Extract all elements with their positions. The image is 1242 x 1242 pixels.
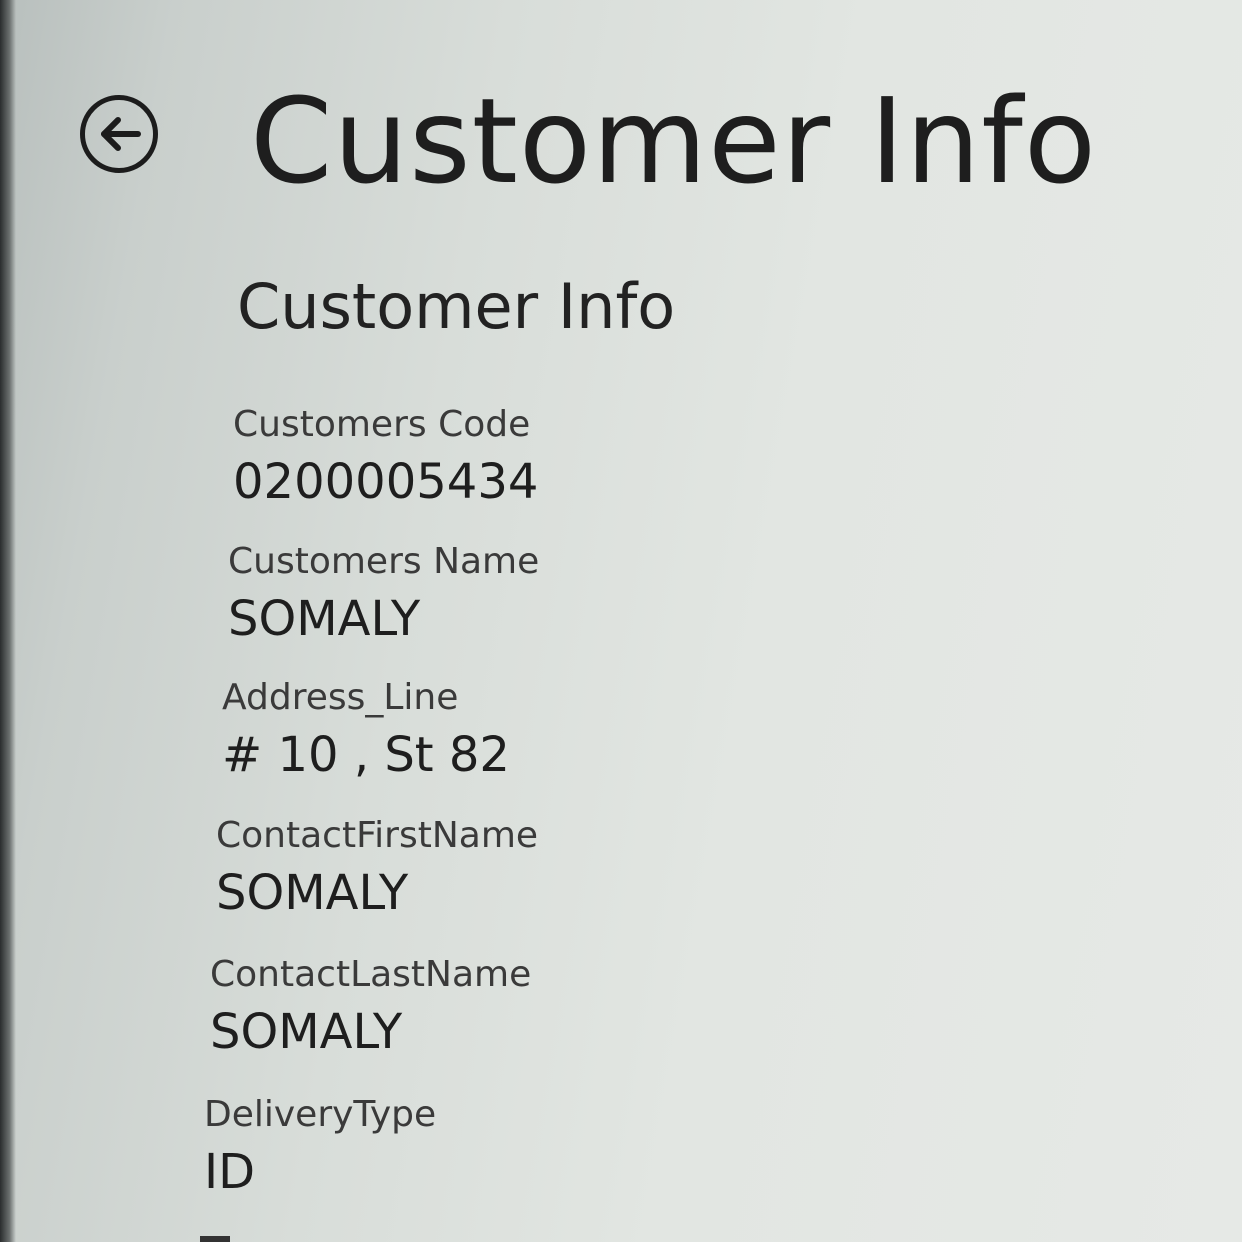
field-label: Address_Line: [222, 677, 459, 718]
field-address-line: Address_Line # 10 , St 82: [222, 678, 510, 784]
field-value: ID: [204, 1144, 256, 1200]
field-label: DeliveryType: [204, 1094, 437, 1135]
field-value: SOMALY: [210, 1004, 403, 1060]
field-label: ContactFirstName: [216, 815, 539, 856]
field-value: SOMALY: [216, 865, 409, 921]
field-customers-name: Customers Name SOMALY: [228, 542, 539, 648]
field-label: Customers Code: [233, 404, 531, 445]
field-value: SOMALY: [228, 591, 421, 647]
field-value: 0200005434: [233, 454, 539, 510]
field-contact-last-name: ContactLastName SOMALY: [210, 955, 531, 1061]
next-field-peek: [200, 1226, 260, 1242]
section-title: Customer Info: [237, 270, 676, 343]
field-label: ContactLastName: [210, 954, 532, 995]
field-contact-first-name: ContactFirstName SOMALY: [216, 816, 538, 922]
field-customers-code: Customers Code 0200005434: [233, 405, 538, 511]
screen-bezel: [0, 0, 16, 1242]
back-arrow-icon: [94, 114, 144, 154]
field-label: Customers Name: [228, 541, 540, 582]
field-value: # 10 , St 82: [222, 727, 510, 783]
back-button[interactable]: [80, 95, 158, 173]
field-delivery-type: DeliveryType ID: [204, 1095, 436, 1201]
page-title: Customer Info: [250, 72, 1098, 210]
